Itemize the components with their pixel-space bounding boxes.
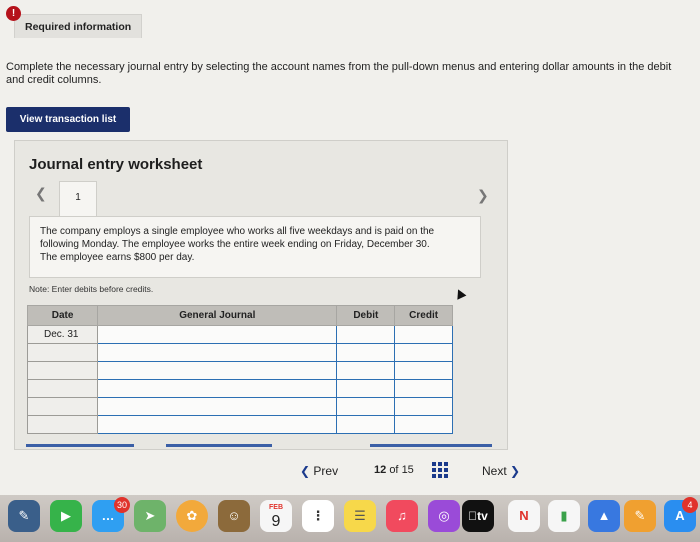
keynote-icon[interactable]: ▲	[588, 500, 620, 532]
credit-input[interactable]	[394, 325, 453, 344]
account-select[interactable]	[97, 379, 338, 398]
account-select[interactable]	[97, 343, 338, 362]
prev-label: Prev	[313, 464, 339, 478]
page: Required information ! Complete the nece…	[0, 0, 700, 495]
table-row	[26, 397, 453, 416]
page-counter: 12 of 15	[374, 464, 414, 476]
instructions-text: Complete the necessary journal entry by …	[6, 61, 672, 86]
notes-icon[interactable]: ☰	[344, 500, 376, 532]
debit-input[interactable]	[336, 397, 396, 416]
messages-badge: 30	[114, 497, 130, 513]
music-icon[interactable]: ♫	[386, 500, 418, 532]
news-icon[interactable]: N	[508, 500, 540, 532]
credit-input[interactable]	[394, 415, 453, 434]
photos-icon[interactable]: ✿	[176, 500, 208, 532]
required-information-tab[interactable]: Required information	[14, 14, 142, 38]
app-store-badge: 4	[682, 497, 698, 513]
view-transaction-list-button[interactable]: View transaction list	[6, 107, 130, 132]
of-label: of	[389, 464, 399, 476]
account-select[interactable]	[97, 325, 338, 344]
required-information-label: Required information	[25, 21, 132, 33]
account-select[interactable]	[97, 415, 338, 434]
journal-entry-worksheet: Journal entry worksheet ❮ 1 ❯ The compan…	[14, 140, 508, 450]
clear-entry-bar[interactable]	[166, 444, 272, 447]
date-cell	[26, 397, 99, 416]
table-row: Dec. 31	[26, 325, 453, 344]
column-header-debit: Debit	[336, 305, 396, 326]
tv-label: tv	[472, 509, 488, 523]
facetime-icon[interactable]: ▶	[50, 500, 82, 532]
column-header-credit: Credit	[394, 305, 453, 326]
debit-input[interactable]	[336, 379, 396, 398]
account-select[interactable]	[97, 397, 338, 416]
debits-note: Note: Enter debits before credits.	[29, 284, 154, 294]
tv-icon[interactable]: tv	[462, 500, 494, 532]
numbers-icon[interactable]: ▮	[548, 500, 580, 532]
column-header-general-journal: General Journal	[97, 305, 338, 326]
table-row	[26, 361, 453, 380]
alert-icon: !	[6, 6, 21, 21]
date-cell	[26, 415, 99, 434]
column-header-date: Date	[26, 305, 99, 326]
chevron-left-icon[interactable]: ❮	[35, 185, 47, 202]
worksheet-title: Journal entry worksheet	[29, 156, 203, 173]
view-general-journal-bar[interactable]	[370, 444, 492, 447]
table-row	[26, 343, 453, 362]
debit-input[interactable]	[336, 325, 396, 344]
dock: ✎ ▶ … 30 ➤ ✿ ☺ FEB 9 ⋮ ☰ ♫ ◎ tv N ▮ ▲ ✎…	[0, 495, 700, 542]
journal-table: Date General Journal Debit Credit Dec. 3…	[26, 305, 453, 434]
account-select[interactable]	[97, 361, 338, 380]
prev-button[interactable]: ❮ Prev	[300, 464, 338, 478]
credit-input[interactable]	[394, 379, 453, 398]
debit-input[interactable]	[336, 343, 396, 362]
table-row	[26, 415, 453, 434]
credit-input[interactable]	[394, 343, 453, 362]
podcasts-icon[interactable]: ◎	[428, 500, 460, 532]
record-entry-bar[interactable]	[26, 444, 134, 447]
current-page: 12	[374, 464, 387, 476]
calendar-icon[interactable]: FEB 9	[260, 500, 292, 532]
date-cell	[26, 379, 99, 398]
pages-icon[interactable]: ✎	[624, 500, 656, 532]
chevron-right-icon: ❯	[510, 464, 521, 478]
date-cell	[26, 361, 99, 380]
transaction-description-box: The company employs a single employee wh…	[29, 216, 481, 278]
debit-input[interactable]	[336, 415, 396, 434]
date-cell	[26, 343, 99, 362]
credit-input[interactable]	[394, 361, 453, 380]
total-pages: 15	[401, 464, 414, 476]
table-row	[26, 379, 453, 398]
preview-icon[interactable]: ✎	[8, 500, 40, 532]
tv-apple-icon: 	[468, 509, 477, 523]
date-cell: Dec. 31	[26, 325, 99, 344]
next-label: Next	[482, 464, 507, 478]
chevron-right-icon[interactable]: ❯	[477, 187, 489, 204]
journal-header-row: Date General Journal Debit Credit	[26, 305, 453, 326]
transaction-description: The company employs a single employee wh…	[40, 226, 435, 263]
credit-input[interactable]	[394, 397, 453, 416]
chevron-left-icon: ❮	[300, 464, 311, 478]
worksheet-tab-1[interactable]: 1	[59, 181, 97, 217]
next-button[interactable]: Next ❯	[482, 464, 520, 478]
calendar-day: 9	[271, 513, 281, 530]
grid-icon[interactable]	[432, 462, 448, 478]
reminders-icon[interactable]: ⋮	[302, 500, 334, 532]
contacts-icon[interactable]: ☺	[218, 500, 250, 532]
action-button-bars	[14, 444, 506, 447]
debit-input[interactable]	[336, 361, 396, 380]
maps-icon[interactable]: ➤	[134, 500, 166, 532]
